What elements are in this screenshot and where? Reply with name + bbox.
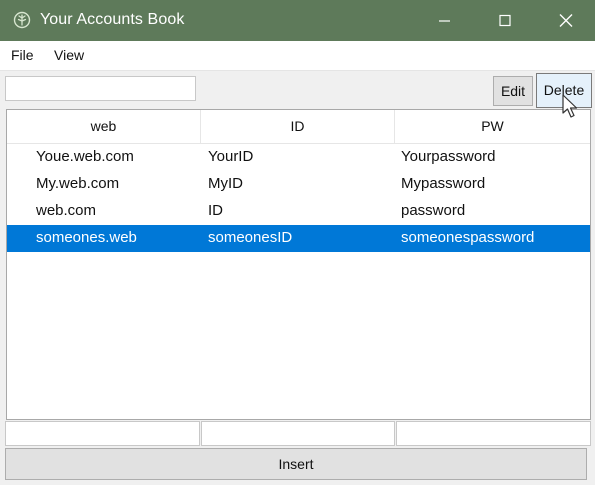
column-header-pw[interactable]: PW bbox=[395, 110, 590, 143]
window-title: Your Accounts Book bbox=[40, 11, 185, 28]
cell-pw: Yourpassword bbox=[401, 148, 496, 165]
cell-pw: someonespassword bbox=[401, 229, 535, 246]
search-input[interactable] bbox=[5, 76, 196, 101]
cell-web: someones.web bbox=[36, 229, 137, 246]
menu-view[interactable]: View bbox=[54, 47, 84, 63]
cell-id: ID bbox=[208, 202, 223, 219]
table-row[interactable]: web.com ID password bbox=[7, 198, 590, 225]
cell-web: web.com bbox=[36, 202, 97, 219]
mouse-cursor-icon bbox=[562, 94, 578, 118]
title-bar[interactable]: Your Accounts Book bbox=[0, 0, 595, 41]
cell-web: Youe.web.com bbox=[36, 148, 134, 165]
pw-input[interactable] bbox=[396, 421, 591, 446]
column-header-web[interactable]: web bbox=[7, 110, 201, 143]
minimize-button[interactable] bbox=[420, 0, 470, 41]
minimize-icon bbox=[439, 20, 450, 22]
cell-id: someonesID bbox=[208, 229, 293, 246]
close-icon bbox=[559, 14, 573, 27]
app-leaf-icon bbox=[13, 11, 31, 29]
table-row[interactable]: Youe.web.com YourID Yourpassword bbox=[7, 144, 590, 171]
accounts-table[interactable]: web ID PW Youe.web.com YourID Yourpasswo… bbox=[6, 109, 591, 420]
cell-pw: password bbox=[401, 202, 466, 219]
insert-button[interactable]: Insert bbox=[5, 448, 587, 480]
column-header-id[interactable]: ID bbox=[201, 110, 395, 143]
toolbar: Edit Delete bbox=[0, 71, 595, 109]
new-entry-inputs bbox=[5, 421, 591, 446]
web-input[interactable] bbox=[5, 421, 200, 446]
id-input[interactable] bbox=[201, 421, 395, 446]
maximize-button[interactable] bbox=[480, 0, 530, 41]
cell-pw: Mypassword bbox=[401, 175, 486, 192]
table-header: web ID PW bbox=[7, 110, 590, 144]
cell-web: My.web.com bbox=[36, 175, 120, 192]
table-row-selected[interactable]: someones.web someonesID someonespassword bbox=[7, 225, 590, 252]
cell-id: MyID bbox=[208, 175, 243, 192]
menu-bar: File View bbox=[0, 41, 595, 71]
cell-id: YourID bbox=[208, 148, 254, 165]
maximize-icon bbox=[499, 14, 511, 27]
edit-button[interactable]: Edit bbox=[493, 76, 533, 106]
menu-file[interactable]: File bbox=[11, 47, 34, 63]
close-button[interactable] bbox=[541, 0, 591, 41]
table-row[interactable]: My.web.com MyID Mypassword bbox=[7, 171, 590, 198]
